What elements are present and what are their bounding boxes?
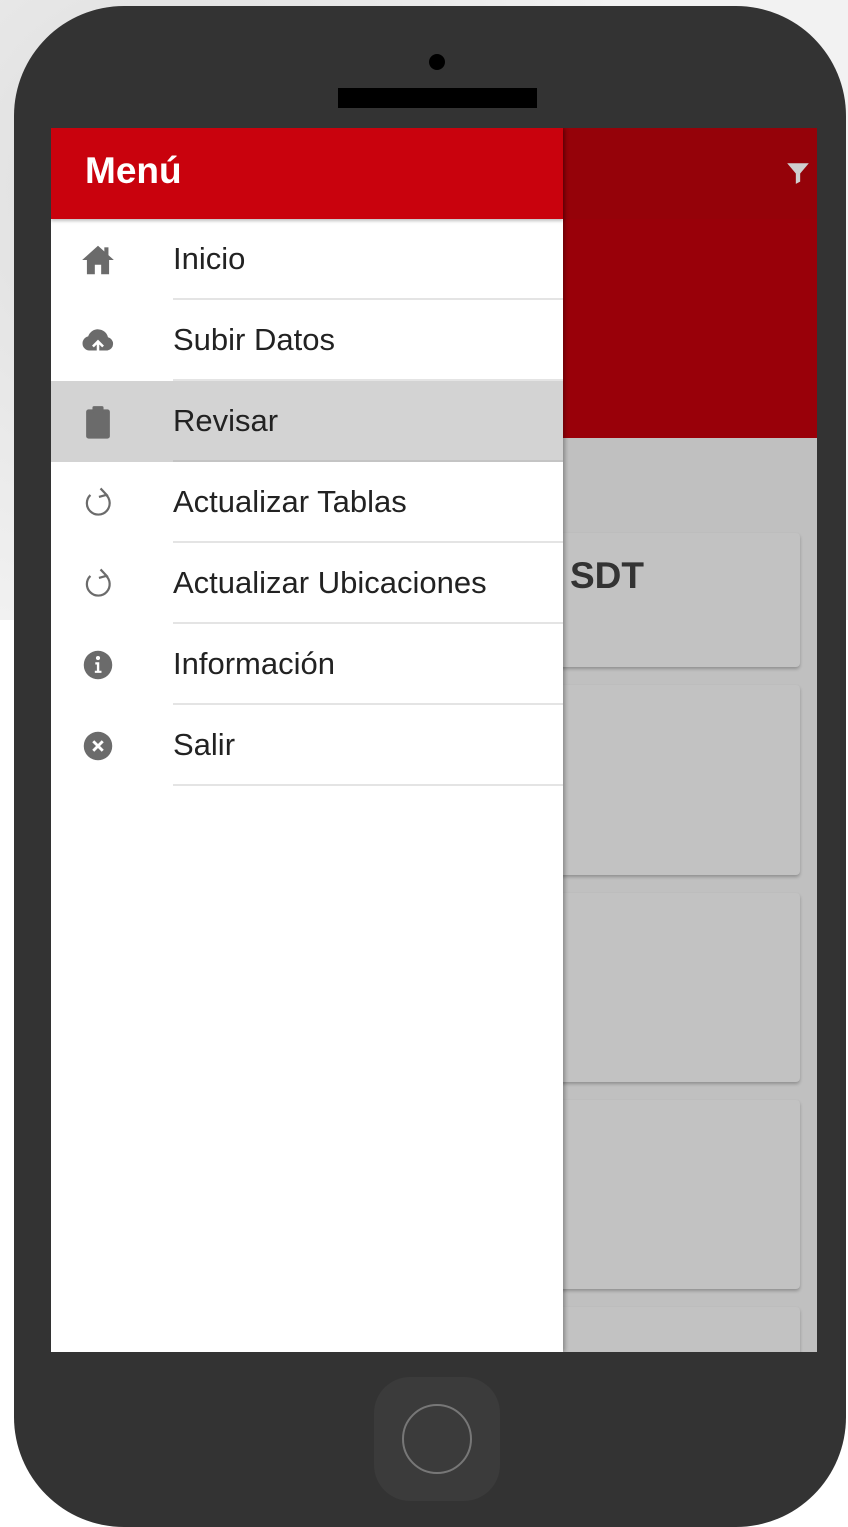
home-button[interactable]: [374, 1377, 500, 1501]
menu-item-label: Subir Datos: [173, 322, 335, 357]
refresh-icon: [85, 568, 111, 597]
menu-item-salir[interactable]: Salir: [51, 705, 563, 786]
clipboard-icon: [86, 406, 110, 439]
menu-item-actualizar-tablas[interactable]: Actualizar Tablas: [51, 462, 563, 543]
menu-item-label: Revisar: [173, 403, 279, 438]
menu-item-subir-datos[interactable]: Subir Datos: [51, 300, 563, 381]
home-button-ring: [402, 1404, 472, 1474]
menu-item-informacion[interactable]: Información: [51, 624, 563, 705]
menu-item-actualizar-ubicaciones[interactable]: Actualizar Ubicaciones: [51, 543, 563, 624]
menu-item-revisar[interactable]: Revisar: [51, 381, 563, 462]
menu-item-label: Actualizar Ubicaciones: [173, 565, 487, 600]
phone-screen: SDT Menú Inicio Subir Datos Revisar Actu…: [51, 128, 817, 1352]
navigation-drawer: Menú Inicio Subir Datos Revisar Actualiz…: [51, 128, 563, 1352]
drawer-title: Menú: [85, 150, 182, 191]
menu-item-inicio[interactable]: Inicio: [51, 219, 563, 300]
drawer-header: Menú: [51, 128, 563, 219]
filter-icon[interactable]: [785, 160, 811, 186]
info-icon: [83, 650, 113, 680]
menu-item-label: Inicio: [173, 241, 246, 276]
menu-item-label: Salir: [173, 727, 236, 762]
home-icon: [82, 245, 114, 275]
cloud-upload-icon: [82, 329, 114, 357]
menu-item-label: Información: [173, 646, 335, 681]
phone-camera: [429, 54, 445, 70]
card-title: SDT: [570, 555, 644, 596]
menu-item-label: Actualizar Tablas: [173, 484, 407, 519]
refresh-icon: [85, 487, 111, 516]
close-circle-icon: [83, 731, 113, 761]
phone-speaker: [338, 88, 537, 108]
divider: [173, 784, 563, 786]
